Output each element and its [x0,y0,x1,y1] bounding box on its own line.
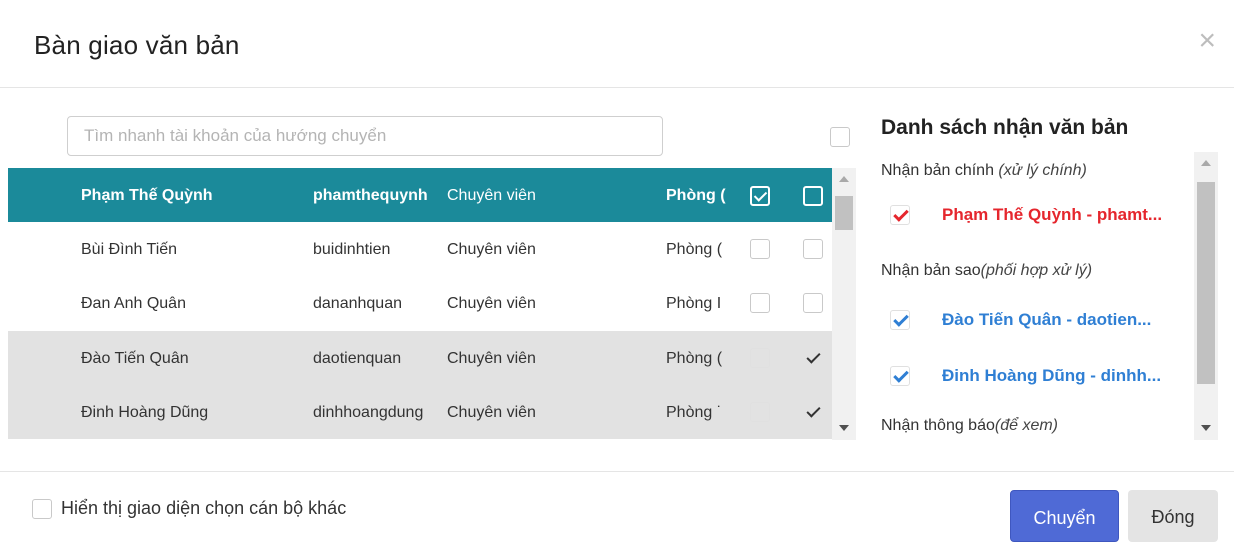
copy-section-text: Nhận bản sao [881,262,981,279]
recipients-list: Nhận bản chính (xử lý chính) Phạm Thế Qu… [866,152,1218,440]
user-name: Đan Anh Quân [81,295,186,312]
user-department: Phòng ˙ [666,404,723,421]
user-role: Chuyên viên [447,350,536,367]
user-department: Phòng ( [666,241,723,258]
select-all-checkbox[interactable] [830,127,850,147]
copy-recipient-checkbox[interactable] [803,348,823,368]
notify-section-text: Nhận thông báo [881,417,995,434]
user-department: Phòng I [666,295,722,312]
table-row[interactable]: Đinh Hoàng Dũng dinhhoangdung Chuyên viê… [8,385,856,439]
scrollbar-thumb[interactable] [835,196,853,230]
main-recipient-checkbox [750,348,770,368]
main-section-note: (xử lý chính) [998,162,1087,179]
close-button[interactable]: Đóng [1128,490,1218,542]
main-section-text: Nhận bản chính [881,162,999,179]
transfer-button[interactable]: Chuyển [1010,490,1119,542]
notify-section-note: (để xem) [994,417,1058,434]
user-account: dananhquan [313,295,402,312]
dialog-header: Bàn giao văn bản × [0,0,1234,88]
check-icon[interactable] [890,205,910,225]
user-role: Chuyên viên [447,295,536,312]
main-section-label: Nhận bản chính (xử lý chính) [881,162,1087,180]
user-role: Chuyên viên [447,404,536,421]
user-account: buidinhtien [313,241,391,258]
table-row[interactable]: Đào Tiến Quân daotienquan Chuyên viên Ph… [8,331,856,385]
copy-recipient-checkbox[interactable] [803,239,823,259]
dialog-title: Bàn giao văn bản [34,30,240,60]
copy-recipient-checkbox[interactable] [803,186,823,206]
user-account: daotienquan [313,350,402,367]
copy-section-label: Nhận bản sao(phối hợp xử lý) [881,262,1092,280]
main-recipient-checkbox [750,402,770,422]
main-recipient-item[interactable]: Phạm Thế Quỳnh - phamt... [886,200,1196,230]
user-account: phamthequynh [313,187,428,204]
copy-recipient-checkbox[interactable] [803,402,823,422]
recipient-name: Đào Tiến Quân - daotien... [942,310,1152,329]
user-name: Đào Tiến Quân [81,350,189,367]
table-scrollbar[interactable] [832,168,856,440]
close-icon[interactable]: × [1198,26,1216,56]
table-row[interactable]: Phạm Thế Quỳnh phamthequynh Chuyên viên … [8,168,856,222]
recipients-scrollbar[interactable] [1194,152,1218,440]
user-department: Phòng ( [666,350,723,367]
scroll-down-arrow-icon[interactable] [839,425,849,431]
search-input[interactable] [67,116,663,156]
user-department: Phòng ( [666,187,726,204]
copy-recipient-item[interactable]: Đinh Hoàng Dũng - dinhh... [886,361,1196,391]
copy-recipient-item[interactable]: Đào Tiến Quân - daotien... [886,305,1196,335]
recipient-name: Đinh Hoàng Dũng - dinhh... [942,366,1162,385]
copy-section-note: (phối hợp xử lý) [980,262,1093,279]
scroll-down-arrow-icon[interactable] [1201,425,1211,431]
user-account: dinhhoangdung [313,404,424,421]
scrollbar-thumb[interactable] [1197,182,1215,384]
main-recipient-checkbox[interactable] [750,186,770,206]
scroll-up-arrow-icon[interactable] [1201,160,1211,166]
table-row[interactable]: Bùi Đình Tiến buidinhtien Chuyên viên Ph… [8,222,856,276]
copy-recipient-checkbox[interactable] [803,293,823,313]
footer-divider [0,471,1234,472]
table-row[interactable]: Đan Anh Quân dananhquan Chuyên viên Phòn… [8,276,856,330]
main-recipient-checkbox[interactable] [750,239,770,259]
user-role: Chuyên viên [447,241,536,258]
scroll-up-arrow-icon[interactable] [839,176,849,182]
user-name: Bùi Đình Tiến [81,241,178,258]
recipients-title: Danh sách nhận văn bản [881,116,1129,139]
recipient-name: Phạm Thế Quỳnh - phamt... [942,205,1163,224]
user-name: Đinh Hoàng Dũng [81,404,209,421]
check-icon[interactable] [890,366,910,386]
show-other-ui-label: Hiển thị giao diện chọn cán bộ khác [61,498,347,518]
check-icon[interactable] [890,310,910,330]
notify-section-label: Nhận thông báo(để xem) [881,417,1058,435]
show-other-ui-checkbox[interactable] [32,499,52,519]
main-recipient-checkbox[interactable] [750,293,770,313]
user-role: Chuyên viên [447,187,536,204]
user-table: Phạm Thế Quỳnh phamthequynh Chuyên viên … [8,168,856,440]
user-name: Phạm Thế Quỳnh [81,187,213,204]
